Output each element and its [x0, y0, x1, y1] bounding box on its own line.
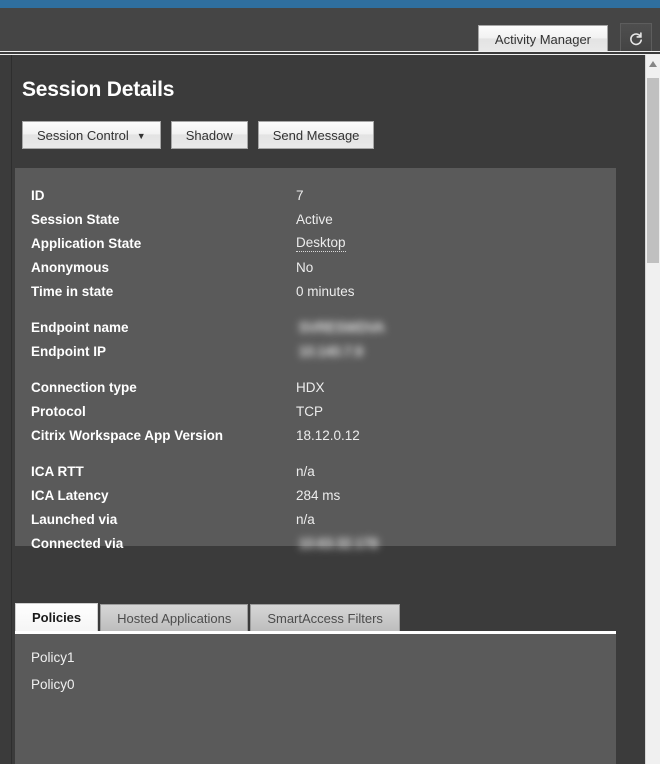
detail-value-redacted: 10.63.32.178: [299, 535, 378, 551]
detail-row: Anonymous No: [15, 255, 616, 279]
detail-label: Endpoint IP: [31, 343, 106, 359]
detail-value: TCP: [296, 403, 323, 419]
session-control-button[interactable]: Session Control ▼: [22, 121, 161, 149]
accent-bar: [0, 0, 660, 8]
detail-label: Anonymous: [31, 259, 110, 275]
detail-value: 0 minutes: [296, 283, 355, 299]
chevron-down-icon: ▼: [136, 130, 146, 141]
session-details-panel: ID 7 Session State Active Application State D…: [15, 168, 616, 551]
detail-label: Connection type: [31, 379, 137, 395]
detail-value: n/a: [296, 511, 315, 527]
detail-row: ICA RTT n/a: [15, 459, 616, 483]
page-title: Session Details: [22, 78, 175, 101]
list-item[interactable]: Policy1: [31, 644, 616, 671]
detail-label: ID: [31, 187, 45, 203]
detail-label: Citrix Workspace App Version: [31, 427, 224, 443]
list-item[interactable]: Policy0: [31, 671, 616, 698]
detail-row: Protocol TCP: [15, 399, 616, 423]
detail-value-redacted: SVRESWDVA: [299, 319, 385, 335]
detail-value: 18.12.0.12: [296, 427, 360, 443]
tab-hosted-applications[interactable]: Hosted Applications: [100, 604, 249, 631]
detail-label: Connected via: [31, 535, 124, 551]
detail-label: Protocol: [31, 403, 86, 419]
left-rail: [11, 55, 12, 764]
session-details-window: Activity Manager Session Details Session…: [0, 0, 660, 764]
detail-value-redacted: 10.140.7.9: [299, 343, 363, 359]
triangle-up-icon: [649, 60, 657, 67]
detail-label: ICA Latency: [31, 487, 109, 503]
detail-label: Time in state: [31, 283, 114, 299]
scroll-up-button[interactable]: [646, 55, 660, 72]
detail-value: 7: [296, 187, 304, 203]
detail-row: Application State Desktop: [15, 231, 616, 255]
detail-row: Launched via n/a: [15, 507, 616, 531]
policies-tab-panel: Policy1 Policy0: [15, 634, 616, 764]
detail-row: Time in state 0 minutes: [15, 279, 616, 303]
detail-row: Endpoint name SVRESWDVA: [15, 315, 616, 339]
detail-value: No: [296, 259, 314, 275]
refresh-icon: [628, 31, 644, 47]
tab-bar: Policies Hosted Applications SmartAccess F…: [15, 603, 616, 631]
detail-row-spacer: [15, 447, 616, 459]
main-content: Session Details Session Control ▼ Shadow…: [0, 55, 645, 764]
detail-value: HDX: [296, 379, 325, 395]
tab-smartaccess-filters[interactable]: SmartAccess Filters: [250, 604, 400, 631]
detail-row: Citrix Workspace App Version 18.12.0.12: [15, 423, 616, 447]
activity-manager-button[interactable]: Activity Manager: [477, 25, 608, 53]
detail-row: ID 7: [15, 183, 616, 207]
tab-policies[interactable]: Policies: [15, 603, 99, 631]
detail-label: Endpoint name: [31, 319, 129, 335]
send-message-button[interactable]: Send Message: [257, 121, 375, 149]
detail-value: Active: [296, 211, 333, 227]
detail-label: Launched via: [31, 511, 118, 527]
session-control-label: Session Control: [37, 127, 129, 143]
detail-value[interactable]: Desktop: [296, 235, 346, 252]
scrollbar-thumb[interactable]: [647, 78, 659, 263]
detail-row: Connected via 10.63.32.178: [15, 531, 616, 555]
detail-row: ICA Latency 284 ms: [15, 483, 616, 507]
top-toolbar: Activity Manager: [0, 8, 660, 55]
detail-row-spacer: [15, 363, 616, 375]
detail-label: Session State: [31, 211, 120, 227]
detail-row: Connection type HDX: [15, 375, 616, 399]
vertical-scrollbar[interactable]: [645, 55, 660, 764]
detail-value: 284 ms: [296, 487, 341, 503]
action-button-row: Session Control ▼ Shadow Send Message: [22, 121, 375, 149]
shadow-button[interactable]: Shadow: [170, 121, 248, 149]
detail-label: ICA RTT: [31, 463, 84, 479]
detail-value: n/a: [296, 463, 315, 479]
detail-row: Session State Active: [15, 207, 616, 231]
detail-row: Endpoint IP 10.140.7.9: [15, 339, 616, 363]
detail-row-spacer: [15, 303, 616, 315]
detail-label: Application State: [31, 235, 142, 251]
